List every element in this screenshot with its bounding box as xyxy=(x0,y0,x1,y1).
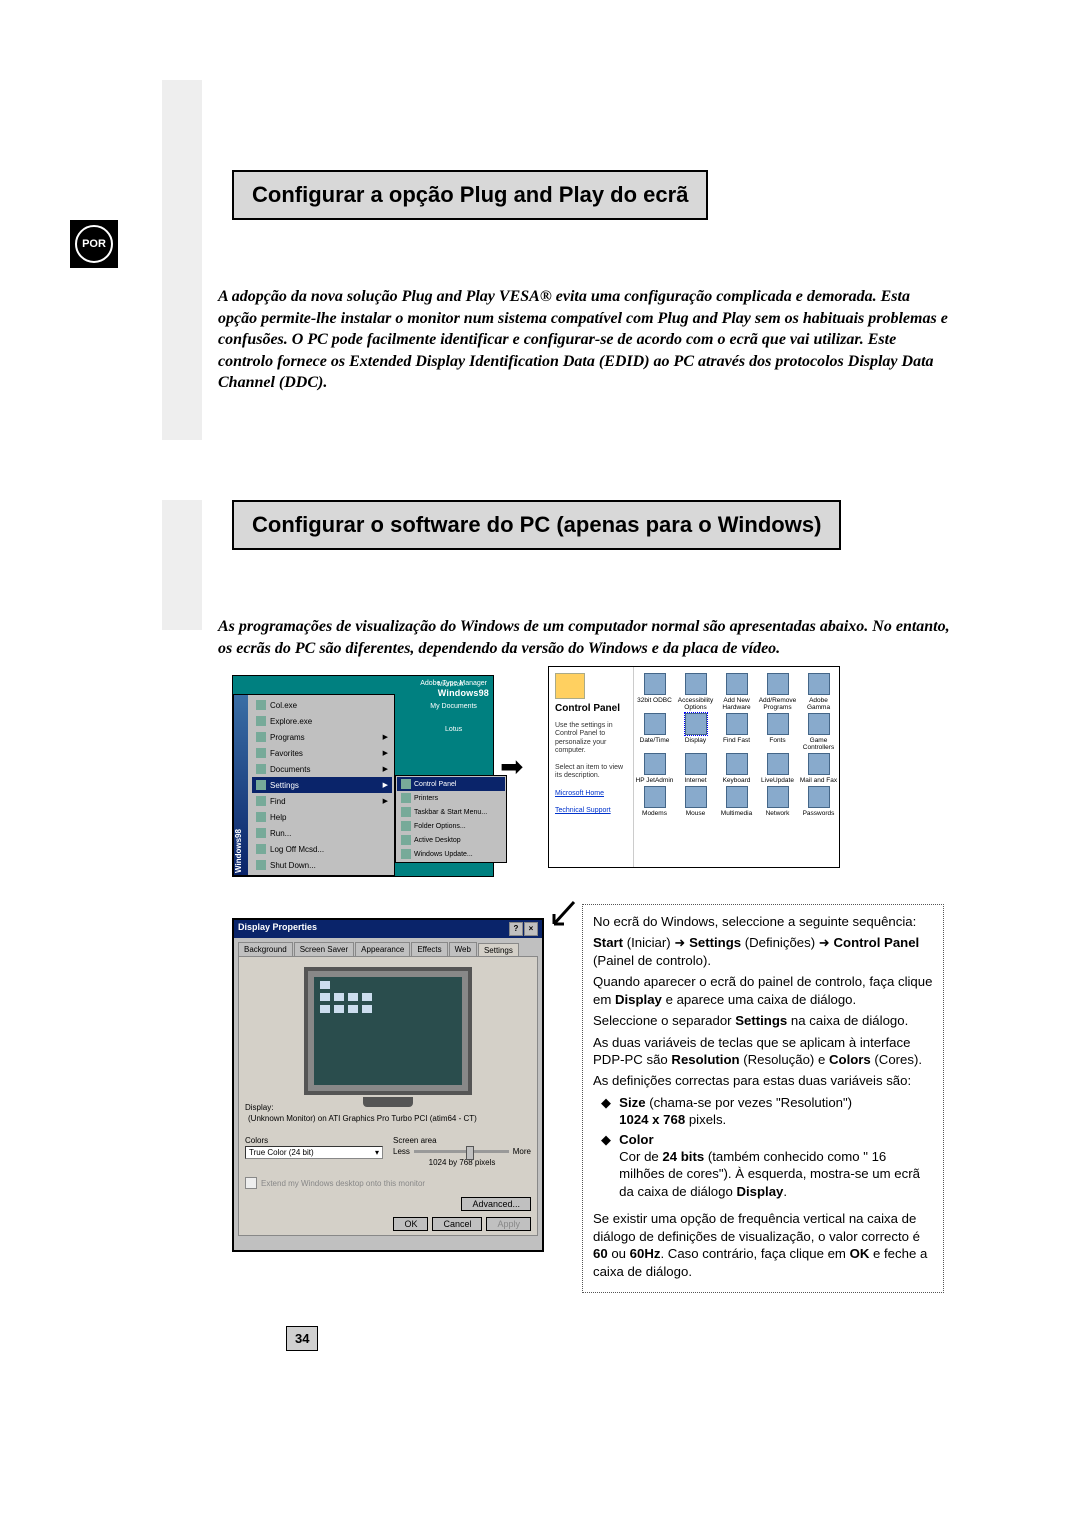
start-item: Run... xyxy=(252,825,392,841)
cp-icon: Adobe Gamma xyxy=(798,673,839,711)
colors-label: Colors xyxy=(245,1136,383,1145)
tab-settings: Settings xyxy=(478,943,519,957)
title-bar-buttons: ? × xyxy=(509,922,538,936)
start-item: Programs▶ xyxy=(252,729,392,745)
settings-submenu: Control Panel Printers Taskbar & Start M… xyxy=(395,775,507,863)
instr-line: Seleccione o separador Settings na caixa… xyxy=(593,1012,933,1029)
cp-icon: Mouse xyxy=(675,786,716,817)
control-panel-desc2: Select an item to view its description. xyxy=(555,764,627,781)
arrow-down-left-icon xyxy=(550,900,580,930)
cp-icon: Game Controllers xyxy=(798,713,839,751)
cp-icon: Internet xyxy=(675,753,716,784)
cancel-button: Cancel xyxy=(432,1217,482,1231)
start-item-settings: Settings▶ xyxy=(252,777,392,793)
advanced-button: Advanced... xyxy=(461,1197,531,1211)
cp-icon: LiveUpdate xyxy=(757,753,798,784)
start-item: Shut Down... xyxy=(252,857,392,873)
dialog-title: Display Properties xyxy=(238,922,317,936)
cp-icon: Network xyxy=(757,786,798,817)
cp-icon: Find Fast xyxy=(716,713,757,751)
instr-line: Quando aparecer o ecrã do painel de cont… xyxy=(593,973,933,1008)
cp-icon: HP JetAdmin xyxy=(634,753,675,784)
cp-icon: Fonts xyxy=(757,713,798,751)
cp-icon: 32bit ODBC xyxy=(634,673,675,711)
screenshot-display-properties: Display Properties ? × Background Screen… xyxy=(232,918,544,1252)
start-item: Help xyxy=(252,809,392,825)
cp-icon: Keyboard xyxy=(716,753,757,784)
intro-paragraph-2: As programações de visualização do Windo… xyxy=(218,616,950,659)
desktop-icons: Adobe Type Manager My Documents Lotus xyxy=(420,680,487,749)
tab-appearance: Appearance xyxy=(355,942,410,956)
screen-area-label: Screen area xyxy=(393,1136,531,1145)
submenu-item: Folder Options... xyxy=(397,819,505,833)
instr-line: As definições correctas para estas duas … xyxy=(593,1072,933,1089)
tab-effects: Effects xyxy=(411,942,447,956)
tab-background: Background xyxy=(238,942,293,956)
section-heading-pc-software: Configurar o software do PC (apenas para… xyxy=(232,500,841,550)
decorative-gutter xyxy=(162,80,202,440)
dialog-tabs: Background Screen Saver Appearance Effec… xyxy=(234,938,542,956)
submenu-item: Printers xyxy=(397,791,505,805)
language-badge-text: POR xyxy=(75,225,113,263)
screenshot-control-panel: Control Panel Use the settings in Contro… xyxy=(548,666,840,868)
diamond-icon: ◆ xyxy=(601,1131,611,1201)
cp-icon: Add New Hardware xyxy=(716,673,757,711)
start-item: Col.exe xyxy=(252,697,392,713)
instr-line: As duas variáveis de teclas que se aplic… xyxy=(593,1034,933,1069)
tech-support-link: Technical Support xyxy=(555,807,627,814)
start-item: Find▶ xyxy=(252,793,392,809)
submenu-item: Active Desktop xyxy=(397,833,505,847)
submenu-item: Taskbar & Start Menu... xyxy=(397,805,505,819)
control-panel-desc: Use the settings in Control Panel to per… xyxy=(555,722,627,756)
arrow-right-icon: ➡ xyxy=(500,750,523,784)
cp-icon: Date/Time xyxy=(634,713,675,751)
screen-area-value: 1024 by 768 pixels xyxy=(393,1158,531,1167)
language-badge: POR xyxy=(70,220,118,268)
tab-screensaver: Screen Saver xyxy=(294,942,354,956)
start-menu: Windows98 Col.exe Explore.exe Programs▶ … xyxy=(233,694,395,876)
cp-icon: Add/Remove Programs xyxy=(757,673,798,711)
intro-paragraph-1: A adopção da nova solução Plug and Play … xyxy=(218,286,950,394)
decorative-gutter xyxy=(162,500,202,630)
apply-button: Apply xyxy=(486,1217,531,1231)
submenu-item: Windows Update... xyxy=(397,847,505,861)
diamond-icon: ◆ xyxy=(601,1094,611,1129)
tab-web: Web xyxy=(449,942,477,956)
instr-line: Se existir uma opção de frequência verti… xyxy=(593,1210,933,1280)
colors-dropdown: True Color (24 bit) ▾ xyxy=(245,1146,383,1159)
control-panel-title: Control Panel xyxy=(555,703,627,714)
screen-area-slider: Less More xyxy=(393,1147,531,1156)
cp-icon: Accessibility Options xyxy=(675,673,716,711)
screenshot-windows-desktop: Microsoft Windows98 Adobe Type Manager M… xyxy=(232,675,494,877)
bullet-color: ◆ ColorCor de 24 bits (também conhecido … xyxy=(601,1131,933,1201)
start-item: Documents▶ xyxy=(252,761,392,777)
page-number: 34 xyxy=(286,1326,318,1351)
help-icon: ? xyxy=(509,922,523,936)
ok-button: OK xyxy=(393,1217,428,1231)
instructions-box: No ecrã do Windows, seleccione a seguint… xyxy=(582,904,944,1293)
extend-desktop-checkbox: Extend my Windows desktop onto this moni… xyxy=(245,1177,531,1189)
start-menu-stripe: Windows98 xyxy=(234,695,248,875)
submenu-item-control-panel: Control Panel xyxy=(397,777,505,791)
display-value: (Unknown Monitor) on ATI Graphics Pro Tu… xyxy=(245,1113,531,1124)
cp-icon: Passwords xyxy=(798,786,839,817)
folder-icon xyxy=(555,673,585,699)
instr-line: Start (Iniciar) ➜ Settings (Definições) … xyxy=(593,934,933,969)
close-icon: × xyxy=(524,922,538,936)
cp-icon: Mail and Fax xyxy=(798,753,839,784)
section-heading-plug-and-play: Configurar a opção Plug and Play do ecrã xyxy=(232,170,708,220)
cp-icon: Modems xyxy=(634,786,675,817)
monitor-preview-icon xyxy=(304,967,472,1095)
ms-home-link: Microsoft Home xyxy=(555,790,627,797)
start-item: Log Off Mcsd... xyxy=(252,841,392,857)
instr-line: No ecrã do Windows, seleccione a seguint… xyxy=(593,913,933,930)
cp-icon: Display xyxy=(675,713,716,751)
bullet-size: ◆ Size (chama-se por vezes "Resolution")… xyxy=(601,1094,933,1129)
cp-icon: Multimedia xyxy=(716,786,757,817)
start-item: Favorites▶ xyxy=(252,745,392,761)
start-item: Explore.exe xyxy=(252,713,392,729)
